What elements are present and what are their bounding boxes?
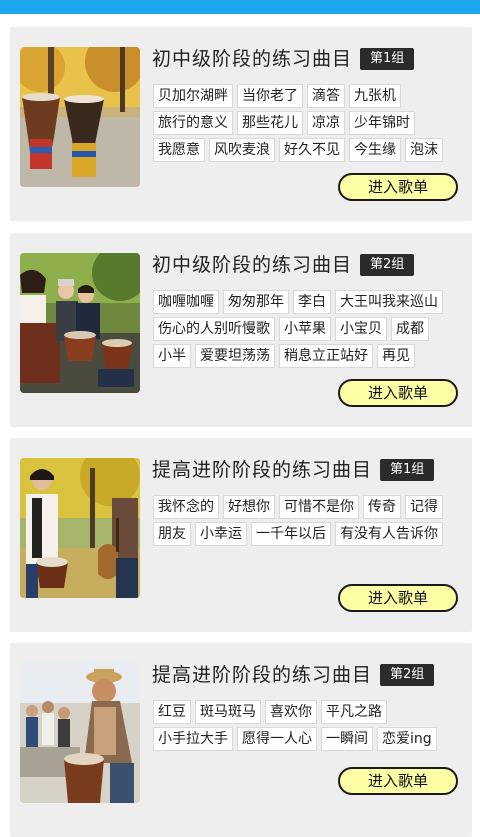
song-tag[interactable]: 九张机 xyxy=(349,84,401,108)
card-title: 初中级阶段的练习曲目 xyxy=(152,254,353,276)
song-tag[interactable]: 好久不见 xyxy=(279,138,345,162)
song-tag[interactable]: 稍息立正站好 xyxy=(279,344,373,368)
song-tag[interactable]: 红豆 xyxy=(153,700,191,724)
song-tag[interactable]: 斑马斑马 xyxy=(195,700,261,724)
song-tag[interactable]: 小半 xyxy=(153,344,191,368)
song-tag[interactable]: 小宝贝 xyxy=(335,317,387,341)
card-thumbnail-djembe-drums xyxy=(20,47,140,187)
song-tag-list: 贝加尔湖畔 当你老了 滴答 九张机旅行的意义 那些花儿 凉凉 少年锦时我愿意 风吹麦浪 好久不见… xyxy=(153,83,463,164)
song-tag[interactable]: 贝加尔湖畔 xyxy=(153,84,233,108)
song-tag[interactable]: 咖喱咖喱 xyxy=(153,290,219,314)
song-tag[interactable]: 大王叫我来巡山 xyxy=(335,290,443,314)
song-tag[interactable]: 今生缘 xyxy=(349,138,401,162)
song-tag[interactable]: 喜欢你 xyxy=(265,700,317,724)
song-tag[interactable]: 凉凉 xyxy=(307,111,345,135)
song-tag[interactable]: 风吹麦浪 xyxy=(209,138,275,162)
song-tag[interactable]: 小苹果 xyxy=(279,317,331,341)
song-tag-list: 我怀念的 好想你 可惜不是你 传奇 记得朋友 小幸运 一千年以后 有没有人告诉你 xyxy=(153,494,463,548)
enter-playlist-button[interactable]: 进入歌单 xyxy=(338,584,458,612)
song-tag[interactable]: 一瞬间 xyxy=(321,727,373,751)
song-tag[interactable]: 当你老了 xyxy=(237,84,303,108)
card-title: 提高进阶阶段的练习曲目 xyxy=(152,459,373,481)
playlist-card-4[interactable]: 提高进阶阶段的练习曲目 第2组 红豆 斑马斑马 喜欢你 平凡之路小手拉大手 愿得一人心一… xyxy=(10,643,472,837)
enter-playlist-button[interactable]: 进入歌单 xyxy=(338,173,458,201)
song-tag[interactable]: 伤心的人别听慢歌 xyxy=(153,317,275,341)
song-tag[interactable]: 传奇 xyxy=(363,495,401,519)
playlist-card-2[interactable]: 初中级阶段的练习曲目 第2组 咖喱咖喱 匆匆那年 李白 大王叫我来巡山伤心的人别听慢歌… xyxy=(10,233,472,427)
song-tag[interactable]: 爱要坦荡荡 xyxy=(195,344,275,368)
group-badge: 第1组 xyxy=(380,459,435,481)
song-tag[interactable]: 朋友 xyxy=(153,522,191,546)
playlist-card-3[interactable]: 提高进阶阶段的练习曲目 第1组 我怀念的 好想你 可惜不是你 传奇 记得朋友 小幸运 一千年… xyxy=(10,438,472,632)
song-tag[interactable]: 平凡之路 xyxy=(321,700,387,724)
song-tag[interactable]: 再见 xyxy=(377,344,415,368)
top-bar xyxy=(0,0,480,14)
card-title: 提高进阶阶段的练习曲目 xyxy=(152,664,373,686)
song-tag[interactable]: 可惜不是你 xyxy=(279,495,359,519)
song-tag[interactable]: 好想你 xyxy=(223,495,275,519)
card-title: 初中级阶段的练习曲目 xyxy=(152,48,353,70)
song-tag[interactable]: 匆匆那年 xyxy=(223,290,289,314)
song-tag-list: 咖喱咖喱 匆匆那年 李白 大王叫我来巡山伤心的人别听慢歌 小苹果 小宝贝 成都小半 爱要坦荡荡… xyxy=(153,289,463,370)
card-thumbnail-drum-circle xyxy=(20,663,140,803)
song-tag-list: 红豆 斑马斑马 喜欢你 平凡之路小手拉大手 愿得一人心 一瞬间 恋爱ing xyxy=(153,699,463,753)
song-tag[interactable]: 成都 xyxy=(391,317,429,341)
song-tag[interactable]: 恋爱ing xyxy=(377,727,437,751)
song-tag[interactable]: 有没有人告诉你 xyxy=(335,522,443,546)
group-badge: 第1组 xyxy=(360,48,415,70)
song-tag[interactable]: 我愿意 xyxy=(153,138,205,162)
song-tag[interactable]: 一千年以后 xyxy=(251,522,331,546)
song-tag[interactable]: 那些花儿 xyxy=(237,111,303,135)
card-thumbnail-drum-and-guitar xyxy=(20,458,140,598)
group-badge: 第2组 xyxy=(360,254,415,276)
song-tag[interactable]: 旅行的意义 xyxy=(153,111,233,135)
song-tag[interactable]: 愿得一人心 xyxy=(237,727,317,751)
group-badge: 第2组 xyxy=(380,664,435,686)
playlist-card-1[interactable]: 初中级阶段的练习曲目 第1组 贝加尔湖畔 当你老了 滴答 九张机旅行的意义 那些花儿 凉凉… xyxy=(10,27,472,221)
song-tag[interactable]: 李白 xyxy=(293,290,331,314)
song-tag[interactable]: 滴答 xyxy=(307,84,345,108)
song-tag[interactable]: 小手拉大手 xyxy=(153,727,233,751)
enter-playlist-button[interactable]: 进入歌单 xyxy=(338,379,458,407)
song-tag[interactable]: 少年锦时 xyxy=(349,111,415,135)
song-tag[interactable]: 小幸运 xyxy=(195,522,247,546)
enter-playlist-button[interactable]: 进入歌单 xyxy=(338,767,458,795)
song-tag[interactable]: 记得 xyxy=(405,495,443,519)
card-thumbnail-group-drumming xyxy=(20,253,140,393)
song-tag[interactable]: 泡沫 xyxy=(405,138,443,162)
song-tag[interactable]: 我怀念的 xyxy=(153,495,219,519)
